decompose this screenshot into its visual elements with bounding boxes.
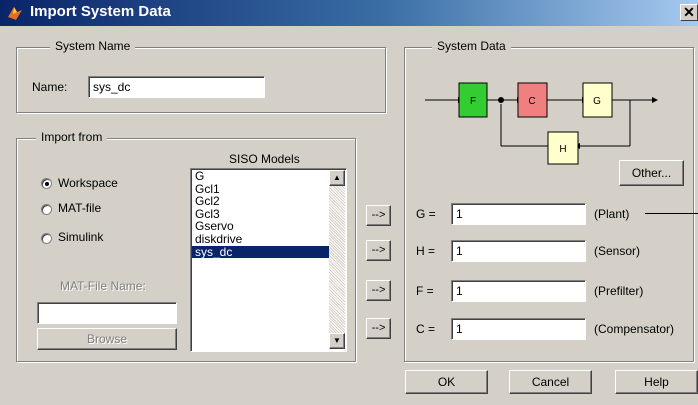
list-scrollbar[interactable]: ▲ ▼ [329, 170, 345, 349]
name-field[interactable] [88, 76, 265, 98]
system-name-group-label: System Name [50, 39, 136, 53]
mat-file-name-field[interactable] [37, 302, 177, 324]
assign-f-arrow-button[interactable]: --> [366, 280, 391, 301]
help-button[interactable]: Help [615, 370, 698, 394]
f-field[interactable] [451, 280, 586, 302]
assign-g-arrow-button[interactable]: --> [366, 205, 391, 226]
mat-file-name-label: MAT-File Name: [60, 279, 146, 293]
workspace-radio-label[interactable]: Workspace [58, 176, 118, 190]
f-field-label: F = [416, 284, 434, 298]
c-field-label: C = [416, 322, 436, 336]
g-field-label: G = [416, 207, 436, 221]
siso-models-list[interactable]: G Gcl1 Gcl2 Gcl3 Gservo diskdrive sys_dc… [190, 168, 347, 352]
mat-file-radio[interactable] [41, 204, 52, 215]
g-field-role: (Plant) [594, 207, 630, 221]
c-block-label: C [528, 96, 535, 107]
mat-file-radio-label[interactable]: MAT-file [58, 201, 101, 215]
other-button[interactable]: Other... [619, 160, 684, 186]
f-block-label: F [470, 96, 476, 107]
scroll-up-button[interactable]: ▲ [329, 170, 345, 186]
close-button[interactable]: ✕ [680, 4, 698, 21]
cancel-button[interactable]: Cancel [509, 370, 592, 394]
h-field-role: (Sensor) [594, 244, 641, 258]
plant-connector-line [645, 213, 698, 214]
import-from-group-label: Import from [36, 130, 108, 144]
simulink-radio-label[interactable]: Simulink [58, 230, 103, 244]
assign-h-arrow-button[interactable]: --> [366, 240, 391, 261]
list-item[interactable]: diskdrive [192, 233, 329, 246]
siso-models-label: SISO Models [229, 152, 300, 166]
list-item-selected[interactable]: sys_dc [192, 245, 329, 259]
g-block-label: G [593, 96, 601, 107]
list-item[interactable]: G [192, 170, 329, 183]
c-field-role: (Compensator) [594, 322, 675, 336]
system-data-group-label: System Data [432, 39, 511, 53]
g-field[interactable] [451, 203, 586, 225]
h-field-label: H = [416, 244, 436, 258]
scroll-down-button[interactable]: ▼ [329, 333, 345, 349]
matlab-logo-icon [8, 7, 22, 20]
window-title: Import System Data [30, 3, 171, 20]
workspace-radio[interactable] [41, 178, 52, 189]
ok-button[interactable]: OK [405, 370, 488, 394]
simulink-radio[interactable] [41, 233, 52, 244]
assign-c-arrow-button[interactable]: --> [366, 318, 391, 339]
list-item[interactable]: Gcl2 [192, 195, 329, 208]
c-field[interactable] [451, 318, 586, 340]
h-block-label: H [559, 144, 566, 155]
name-label: Name: [32, 80, 68, 94]
close-icon: ✕ [683, 4, 695, 20]
h-field[interactable] [451, 240, 586, 262]
f-field-role: (Prefilter) [594, 284, 644, 298]
browse-button[interactable]: Browse [37, 328, 177, 350]
